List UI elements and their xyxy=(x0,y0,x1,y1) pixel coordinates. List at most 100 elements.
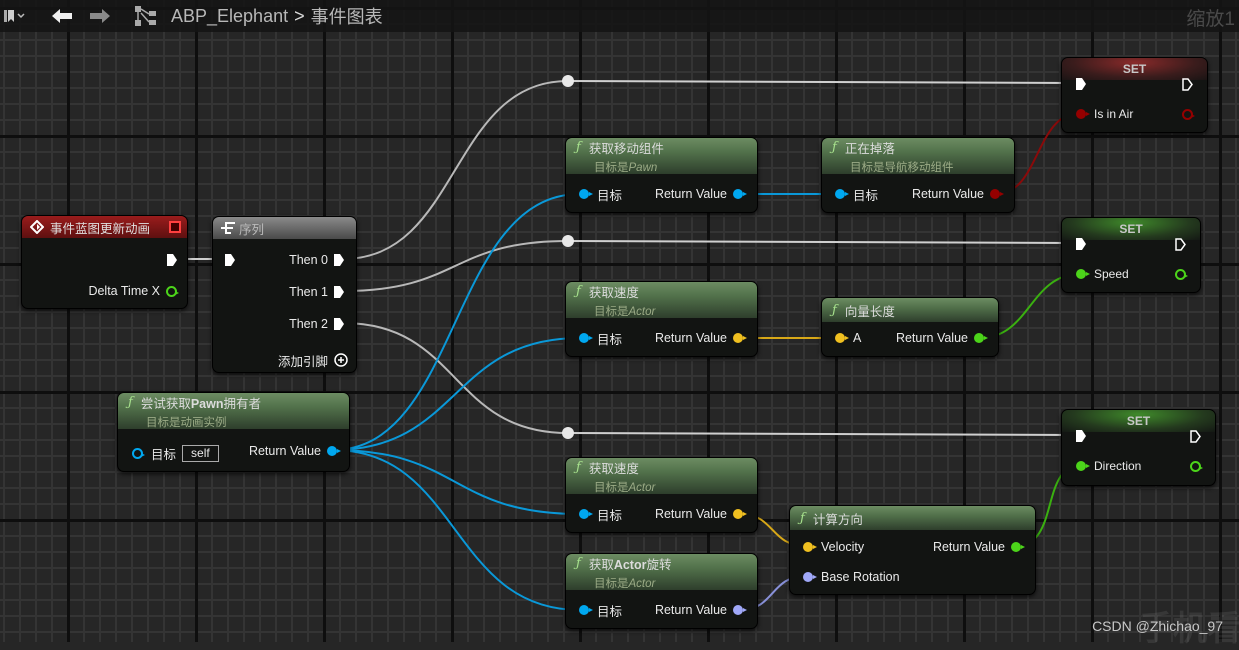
wire-exec-then0 xyxy=(342,80,569,260)
pin-label: 目标 xyxy=(597,332,623,347)
node-calculate-direction[interactable]: ƒ 计算方向 Velocity Return Value Base Rotatio… xyxy=(789,505,1036,595)
float-in-pin[interactable] xyxy=(1076,269,1090,279)
breakpoint-icon[interactable] xyxy=(169,221,181,233)
node-is-falling[interactable]: ƒ 正在掉落 目标是导航移动组件 目标 Return Value xyxy=(821,137,1015,213)
node-vector-length[interactable]: ƒ 向量长度 A Return Value xyxy=(821,297,999,357)
float-out-pin[interactable] xyxy=(1190,460,1203,472)
exec-out-pin[interactable] xyxy=(1182,77,1193,91)
node-subtitle: 目标是Actor xyxy=(594,305,656,318)
graph-hierarchy-button[interactable] xyxy=(134,0,158,32)
back-button[interactable] xyxy=(51,0,73,32)
forward-button[interactable] xyxy=(89,0,111,32)
pin-label: Then 2 xyxy=(289,317,328,331)
node-get-velocity[interactable]: ƒ 获取速度 目标是Actor 目标 Return Value xyxy=(565,457,758,533)
exec-in-pin[interactable] xyxy=(225,254,235,266)
node-title: 获取移动组件 xyxy=(588,141,664,156)
pin-label: 目标 xyxy=(151,447,177,462)
float-out-pin[interactable] xyxy=(974,333,988,343)
pin-label: Return Value xyxy=(654,603,727,617)
wire-exec-then1 xyxy=(342,240,569,292)
then0-pin[interactable] xyxy=(334,254,344,266)
reroute-knot[interactable] xyxy=(562,427,574,439)
pin-label: Return Value xyxy=(248,444,321,458)
exec-out-pin[interactable] xyxy=(1190,429,1201,443)
reroute-knot[interactable] xyxy=(562,75,574,87)
add-pin-button[interactable]: 添加引脚 xyxy=(278,351,348,369)
watermark: CSDN @Zhichao_97 xyxy=(1092,618,1223,634)
then2-pin[interactable] xyxy=(334,318,344,330)
pin-label: Then 0 xyxy=(289,253,328,267)
exec-in-pin[interactable] xyxy=(1076,238,1086,250)
plus-circle-icon xyxy=(334,353,348,367)
node-sequence[interactable]: 序列 Then 0 Then 1 Then 2 添加引脚 xyxy=(212,216,357,373)
event-diamond-icon xyxy=(30,220,44,234)
wire-exec-then2 xyxy=(342,322,569,434)
function-icon: ƒ xyxy=(832,139,837,155)
float-out-pin[interactable] xyxy=(1011,542,1025,552)
node-set-is-in-air[interactable]: SET Is in Air xyxy=(1061,57,1208,133)
node-try-get-pawn-owner[interactable]: ƒ 尝试获取Pawn拥有者 目标是动画实例 目标 self Return Valu… xyxy=(117,392,350,472)
node-title: 获取速度 xyxy=(588,461,639,476)
add-pin-label: 添加引脚 xyxy=(277,354,328,369)
return-out-pin[interactable] xyxy=(733,189,747,199)
target-self-input[interactable]: self xyxy=(182,444,219,462)
breadcrumb-item-event-graph: 事件图表 xyxy=(310,7,383,27)
vector-in-pin[interactable] xyxy=(835,333,849,343)
arrow-left-icon xyxy=(52,9,72,23)
then1-pin[interactable] xyxy=(334,286,344,298)
wire-pawn-to-getmovement xyxy=(332,193,581,451)
bool-in-pin[interactable] xyxy=(1076,109,1090,119)
target-in-pin[interactable] xyxy=(132,447,145,459)
node-get-movement-component[interactable]: ƒ 获取移动组件 目标是Pawn 目标 Return Value xyxy=(565,137,758,213)
node-title: 向量长度 xyxy=(844,304,895,319)
node-get-velocity[interactable]: ƒ 获取速度 目标是Actor 目标 Return Value xyxy=(565,281,758,357)
bool-out-pin[interactable] xyxy=(1182,108,1195,120)
float-in-pin[interactable] xyxy=(1076,461,1090,471)
node-get-actor-rotation[interactable]: ƒ 获取Actor旋转 目标是Actor 目标 Return Value xyxy=(565,553,758,629)
node-set-speed[interactable]: SET Speed xyxy=(1061,217,1201,293)
pin-label: Base Rotation xyxy=(821,570,900,584)
exec-in-pin[interactable] xyxy=(1076,78,1086,90)
exec-out-pin[interactable] xyxy=(1175,237,1186,251)
wire-pawn-to-getvelocity2 xyxy=(332,449,581,515)
pin-label: Velocity xyxy=(821,540,865,554)
node-title: 序列 xyxy=(239,222,265,237)
target-in-pin[interactable] xyxy=(579,605,593,615)
variable-label: Is in Air xyxy=(1094,107,1134,121)
pin-label: A xyxy=(853,331,862,345)
zoom-level-label: 缩放1 xyxy=(1186,9,1235,30)
node-header: ƒ 尝试获取Pawn拥有者 目标是动画实例 xyxy=(118,393,349,429)
rotator-out-pin[interactable] xyxy=(733,605,747,615)
wire-pawn-to-getvelocity1 xyxy=(332,337,581,451)
bool-out-pin[interactable] xyxy=(990,189,1004,199)
target-in-pin[interactable] xyxy=(579,509,593,519)
node-title: 正在掉落 xyxy=(844,141,895,156)
node-set-direction[interactable]: SET Direction xyxy=(1061,409,1216,486)
return-out-pin[interactable] xyxy=(327,446,341,456)
target-in-pin[interactable] xyxy=(835,189,849,199)
base-rotation-in-pin[interactable] xyxy=(803,572,817,582)
exec-in-pin[interactable] xyxy=(1076,430,1086,442)
vector-out-pin[interactable] xyxy=(733,509,747,519)
pin-label: Return Value xyxy=(895,331,968,345)
exec-out-pin[interactable] xyxy=(167,254,177,266)
node-header: ƒ 获取速度 目标是Actor xyxy=(566,282,757,318)
target-in-pin[interactable] xyxy=(579,189,593,199)
velocity-in-pin[interactable] xyxy=(803,542,817,552)
pin-label: Return Value xyxy=(911,187,984,201)
bookmark-button[interactable] xyxy=(4,0,26,32)
variable-label: Speed xyxy=(1094,267,1129,281)
node-header: 序列 xyxy=(213,217,356,239)
float-out-pin[interactable] xyxy=(1175,268,1188,280)
reroute-knot[interactable] xyxy=(562,235,574,247)
breadcrumb-item-blueprint[interactable]: ABP_Elephant xyxy=(171,6,288,27)
node-header: 事件蓝图更新动画 xyxy=(22,216,187,238)
function-icon: ƒ xyxy=(576,283,581,299)
bookmark-icon xyxy=(4,10,25,22)
node-event-blueprint-update-animation[interactable]: 事件蓝图更新动画 Delta Time X xyxy=(21,215,188,309)
node-header: ƒ 正在掉落 目标是导航移动组件 xyxy=(822,138,1014,174)
vector-out-pin[interactable] xyxy=(733,333,747,343)
node-title: 尝试获取Pawn拥有者 xyxy=(140,396,261,411)
target-in-pin[interactable] xyxy=(579,333,593,343)
float-out-pin[interactable] xyxy=(166,285,179,297)
